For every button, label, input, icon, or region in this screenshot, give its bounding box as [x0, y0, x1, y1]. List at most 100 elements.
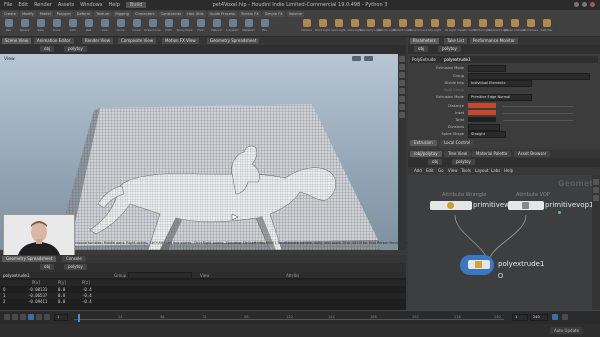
shelf-tab[interactable]: Model [37, 11, 53, 17]
step-forward-icon[interactable] [36, 314, 42, 320]
shelf-tab[interactable]: Terrain FX [238, 11, 261, 17]
display-flag-icon[interactable] [558, 211, 561, 214]
shelf-tool-circle[interactable]: Circle [114, 19, 127, 35]
node-name-field[interactable]: polyextrude1 [444, 57, 471, 62]
current-frame-field[interactable]: 1 [54, 314, 68, 321]
shelf-tool-box[interactable]: Box [2, 19, 15, 35]
group-field[interactable] [128, 272, 192, 279]
shelf-tab[interactable]: Hair Utils [185, 11, 206, 17]
channels-icon[interactable] [562, 314, 568, 320]
param-field-twist[interactable] [468, 117, 496, 122]
network-editor[interactable]: Geometry Attribute Wrangle primitivewran… [408, 175, 600, 310]
tab-network-path[interactable]: /obj/polytoy [410, 151, 442, 157]
path-polytoy[interactable]: polytoy [64, 46, 87, 52]
step-back-icon[interactable] [12, 314, 18, 320]
minimize-button[interactable] [574, 2, 579, 7]
param-field-divisions[interactable] [468, 124, 500, 131]
shelf-tool-vr-camera[interactable]: VR Camera [523, 19, 538, 35]
skip-start-icon[interactable] [4, 314, 10, 320]
end-frame-field[interactable]: 240 [530, 314, 548, 321]
param-field-group[interactable] [468, 73, 590, 80]
network-path-polytoy[interactable]: polytoy [452, 159, 475, 165]
spreadsheet-path-polytoy[interactable]: polytoy [64, 264, 87, 270]
tab-tree-view[interactable]: Tree View [444, 151, 472, 157]
twist-slider[interactable] [503, 120, 573, 121]
points-icon[interactable] [399, 112, 405, 118]
display-options-icon[interactable] [399, 56, 405, 62]
bypass-flag-icon[interactable] [498, 273, 503, 278]
shelf-tool-torus[interactable]: Torus [50, 19, 63, 35]
shelf-tool-gi-light[interactable]: GI Light [444, 19, 457, 35]
param-field-distance[interactable] [468, 103, 496, 108]
shelf-tab[interactable]: Modify [19, 11, 36, 17]
shelf-tool-metaball[interactable]: Metaball [242, 19, 255, 35]
shelf-tool-stereo-camera[interactable]: Stereo Camera [504, 19, 525, 35]
shelf-tool-file[interactable]: File [258, 19, 271, 35]
shelf-tab[interactable]: Deform [74, 11, 93, 17]
tab-composite-view[interactable]: Composite View [118, 38, 157, 44]
wireframe-icon[interactable] [399, 72, 405, 78]
node-primitivevop1[interactable] [508, 201, 544, 210]
params-path-obj[interactable]: obj [414, 46, 429, 52]
shelf-tool-distant-light[interactable]: Distant Light [394, 19, 411, 35]
table-row[interactable]: 2 -0.09411 0.0 -0.4 [0, 299, 406, 305]
param-field-divide-into[interactable]: Individual Elements [468, 80, 532, 87]
node-primitivewrangle1[interactable] [430, 201, 472, 210]
shelf-tool-camera[interactable]: Camera [300, 19, 313, 35]
shelf-tab[interactable]: Volume [286, 11, 305, 17]
play-icon[interactable] [28, 314, 34, 320]
tab-performance-monitor[interactable]: Performance Monitor [470, 38, 518, 44]
shading-icon[interactable] [399, 64, 405, 70]
tab-render-view[interactable]: Render View [82, 38, 114, 44]
net-menu-tools[interactable]: Tools [461, 168, 471, 173]
shelf-tool-curve[interactable]: Curve [130, 19, 143, 35]
close-button[interactable] [590, 2, 595, 7]
shelf-tool-font[interactable]: Font [194, 19, 207, 35]
start-frame-field[interactable]: 1 [512, 314, 528, 321]
network-tool-icon[interactable] [593, 195, 599, 201]
net-menu-layout[interactable]: Layout [475, 168, 489, 173]
tab-extrusion[interactable]: Extrusion [410, 140, 437, 146]
geometry-spreadsheet[interactable]: polyextrude1 Group View Attribs P[x] P[y… [0, 272, 406, 310]
tab-material-palette[interactable]: Material Palette [472, 151, 512, 157]
auto-update-button[interactable]: Auto Update [550, 327, 584, 334]
shelf-tool-point-light[interactable]: Point Light [315, 19, 330, 35]
maximize-button[interactable] [582, 2, 587, 7]
shelf-tab[interactable]: Rigging [113, 11, 131, 17]
normals-icon[interactable] [399, 104, 405, 110]
shelf-tool-spot-light[interactable]: Spot Light [331, 19, 346, 35]
timeline-track[interactable] [74, 319, 504, 320]
shelf-tool-portal-light[interactable]: Portal Light [475, 19, 490, 35]
tab-take-list[interactable]: Take List [444, 38, 468, 44]
shelf-tab[interactable]: Create [2, 11, 18, 17]
shelf-tool-path[interactable]: Path [162, 19, 175, 35]
network-tool-icon[interactable] [593, 187, 599, 193]
tab-motion-fx-view[interactable]: Motion FX View [162, 38, 199, 44]
shelf-tool-tube[interactable]: Tube [34, 19, 47, 35]
shelf-tool-line[interactable]: Line [98, 19, 111, 35]
net-menu-edit[interactable]: Edit [426, 168, 434, 173]
tab-geometry-spreadsheet-2[interactable]: Geometry Spreadsheet [2, 256, 57, 262]
tab-scene-view[interactable]: Scene View [2, 38, 31, 44]
param-field-extrusion-mode[interactable]: Primitive Edge Normal [468, 94, 532, 101]
distance-slider[interactable] [503, 106, 573, 107]
shelf-tab[interactable]: Simple FX [262, 11, 285, 17]
tab-console[interactable]: Console [62, 256, 86, 262]
inset-slider[interactable] [503, 113, 573, 114]
net-menu-labs[interactable]: Labs [491, 168, 500, 173]
net-menu-add[interactable]: Add [414, 168, 422, 173]
param-field-mode[interactable] [468, 65, 506, 72]
param-field-inset[interactable] [468, 110, 496, 115]
shelf-tool-platonic[interactable]: Platonic [210, 19, 223, 35]
play-reverse-icon[interactable] [20, 314, 26, 320]
shelf-tool-draw-curve[interactable]: Draw Curve [144, 19, 161, 35]
tab-animation-editor[interactable]: Animation Editor [34, 38, 74, 44]
node-label[interactable]: polyextrude1 [498, 260, 544, 268]
shelf-tab[interactable]: Polygon [54, 11, 73, 17]
backface-icon[interactable] [399, 88, 405, 94]
shelf-tool-area-light[interactable]: Area Light [347, 19, 362, 35]
shelf-tab[interactable]: Guide Process [207, 11, 237, 17]
network-tool-icon[interactable] [593, 179, 599, 185]
shelf-tool-sky-light[interactable]: Sky Light [428, 19, 441, 35]
shelf-tool-volume-light[interactable]: Volume Light [377, 19, 396, 35]
